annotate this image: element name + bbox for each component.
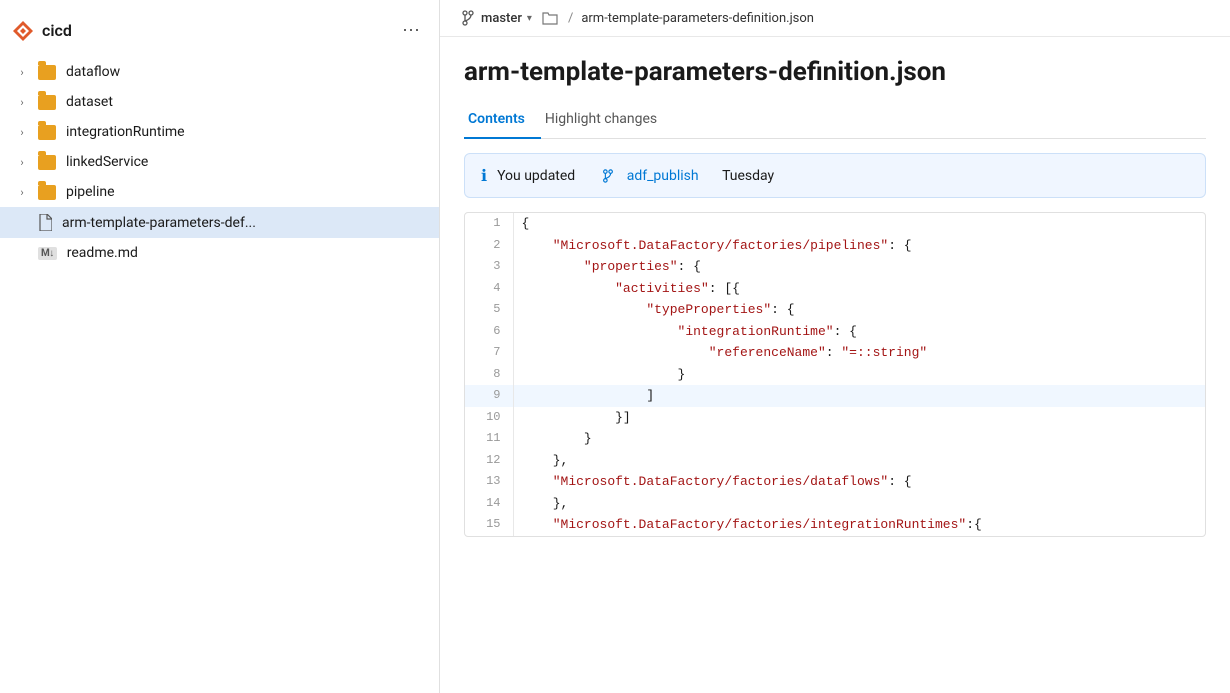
sidebar-item-label: dataset xyxy=(66,94,113,110)
path-separator: / xyxy=(568,11,573,26)
sidebar: cicd ⋯ › dataflow › dataset › integratio… xyxy=(0,0,440,693)
line-number: 15 xyxy=(465,514,513,536)
sidebar-item-label: pipeline xyxy=(66,184,115,200)
line-code: }, xyxy=(513,450,1205,472)
line-code: "Microsoft.DataFactory/factories/pipelin… xyxy=(513,235,1205,257)
line-number: 13 xyxy=(465,471,513,493)
line-code: "integrationRuntime": { xyxy=(513,321,1205,343)
content-area[interactable]: ℹ You updated adf_publish Tuesday 1{2 "M… xyxy=(440,139,1230,693)
branch-name: master xyxy=(481,11,522,26)
line-code: }, xyxy=(513,493,1205,515)
banner-branch-name: adf_publish xyxy=(627,168,699,184)
chevron-right-icon: › xyxy=(16,186,28,199)
line-number: 11 xyxy=(465,428,513,450)
chevron-right-icon: › xyxy=(16,126,28,139)
info-icon: ℹ xyxy=(481,166,487,185)
branch-selector[interactable]: master ▾ xyxy=(460,10,532,26)
banner-text-before: You updated xyxy=(497,168,575,184)
line-code: "referenceName": "=::string" xyxy=(513,342,1205,364)
file-title: arm-template-parameters-definition.json xyxy=(464,57,1206,87)
line-number: 8 xyxy=(465,364,513,386)
line-number: 3 xyxy=(465,256,513,278)
sidebar-item-label: linkedService xyxy=(66,154,148,170)
sidebar-item-dataset[interactable]: › dataset xyxy=(0,87,439,117)
line-number: 5 xyxy=(465,299,513,321)
kebab-menu-button[interactable]: ⋯ xyxy=(396,16,427,45)
sidebar-item-integrationRuntime[interactable]: › integrationRuntime xyxy=(0,117,439,147)
sidebar-item-label: arm-template-parameters-def... xyxy=(62,215,256,231)
line-code: "Microsoft.DataFactory/factories/integra… xyxy=(513,514,1205,536)
topbar-filename: arm-template-parameters-definition.json xyxy=(581,11,814,26)
sidebar-item-label: integrationRuntime xyxy=(66,124,185,140)
line-code: }] xyxy=(513,407,1205,429)
file-icon xyxy=(38,214,52,231)
line-number: 12 xyxy=(465,450,513,472)
chevron-right-icon: › xyxy=(16,156,28,169)
topbar: master ▾ / arm-template-parameters-defin… xyxy=(440,0,1230,37)
banner-text-after: Tuesday xyxy=(722,168,774,184)
branch-inline-icon xyxy=(601,169,615,183)
sidebar-item-readme[interactable]: › M↓ readme.md xyxy=(0,238,439,268)
line-number: 4 xyxy=(465,278,513,300)
sidebar-item-dataflow[interactable]: › dataflow xyxy=(0,57,439,87)
code-table: 1{2 "Microsoft.DataFactory/factories/pip… xyxy=(465,213,1205,536)
markdown-badge: M↓ xyxy=(38,247,57,260)
tab-highlight-changes[interactable]: Highlight changes xyxy=(541,103,673,139)
tab-contents[interactable]: Contents xyxy=(464,103,541,139)
repo-icon xyxy=(12,20,34,42)
file-heading-section: arm-template-parameters-definition.json … xyxy=(440,37,1230,139)
line-code: "activities": [{ xyxy=(513,278,1205,300)
info-banner: ℹ You updated adf_publish Tuesday xyxy=(464,153,1206,198)
chevron-down-icon: ▾ xyxy=(527,13,532,24)
branch-icon xyxy=(460,10,476,26)
chevron-right-icon: › xyxy=(16,66,28,79)
line-code: "typeProperties": { xyxy=(513,299,1205,321)
repo-title: cicd xyxy=(12,20,72,42)
repo-name: cicd xyxy=(42,21,72,40)
sidebar-header: cicd ⋯ xyxy=(0,8,439,57)
line-code: } xyxy=(513,364,1205,386)
line-number: 2 xyxy=(465,235,513,257)
sidebar-item-pipeline[interactable]: › pipeline xyxy=(0,177,439,207)
line-number: 1 xyxy=(465,213,513,235)
line-code: } xyxy=(513,428,1205,450)
sidebar-item-arm-file[interactable]: › arm-template-parameters-def... xyxy=(0,207,439,238)
line-number: 14 xyxy=(465,493,513,515)
line-code: "properties": { xyxy=(513,256,1205,278)
line-code: { xyxy=(513,213,1205,235)
folder-nav-icon xyxy=(542,11,558,25)
line-number: 10 xyxy=(465,407,513,429)
sidebar-item-label: readme.md xyxy=(67,245,138,261)
chevron-right-icon: › xyxy=(16,96,28,109)
code-container: 1{2 "Microsoft.DataFactory/factories/pip… xyxy=(464,212,1206,537)
line-number: 7 xyxy=(465,342,513,364)
line-number: 6 xyxy=(465,321,513,343)
line-code: ] xyxy=(513,385,1205,407)
sidebar-item-linkedService[interactable]: › linkedService xyxy=(0,147,439,177)
main-content: master ▾ / arm-template-parameters-defin… xyxy=(440,0,1230,693)
line-code: "Microsoft.DataFactory/factories/dataflo… xyxy=(513,471,1205,493)
branch-link[interactable]: adf_publish xyxy=(627,168,699,184)
line-number: 9 xyxy=(465,385,513,407)
tabs: Contents Highlight changes xyxy=(464,103,1206,139)
sidebar-item-label: dataflow xyxy=(66,64,120,80)
